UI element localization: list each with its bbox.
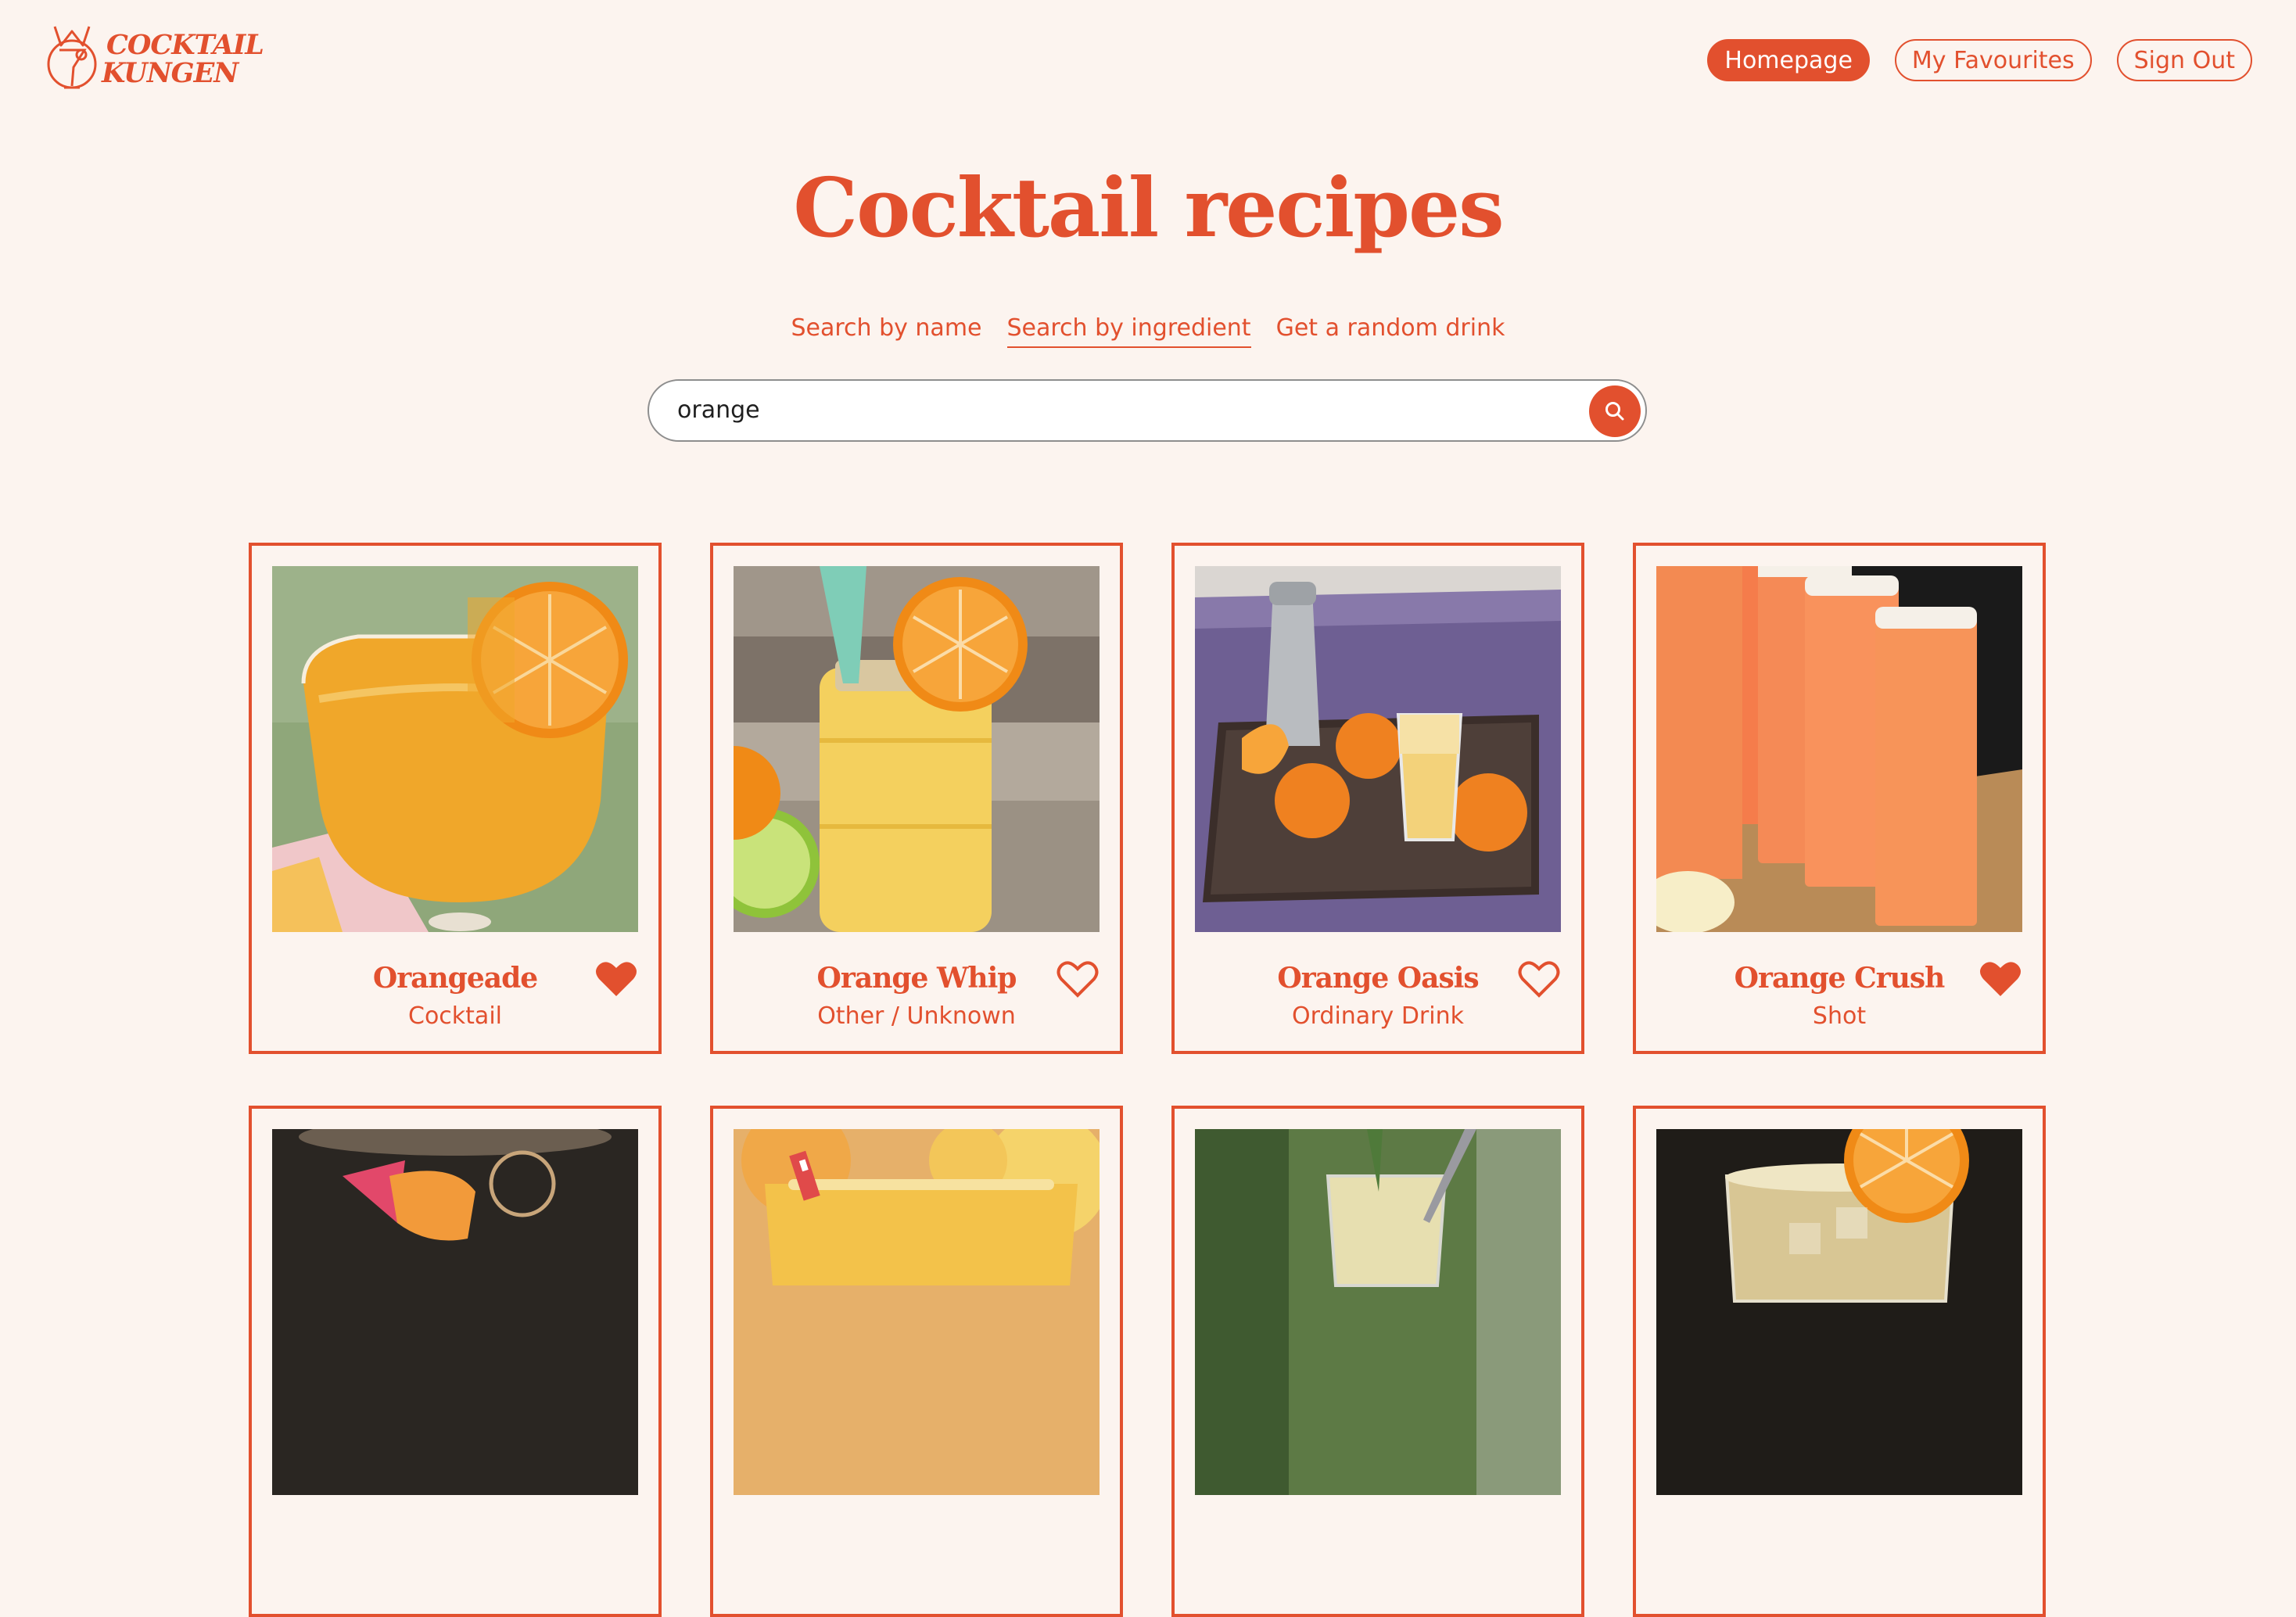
brand-line-1: COCKTAIL (106, 29, 264, 61)
heart-outline-icon[interactable] (1517, 959, 1561, 999)
drink-card[interactable] (1633, 1106, 2046, 1617)
drink-card[interactable]: Orangeade Cocktail (249, 543, 662, 1054)
drink-image[interactable] (272, 1129, 638, 1495)
brand-line-2: KUNGEN (102, 57, 239, 89)
heart-outline-icon[interactable] (1056, 959, 1100, 999)
page-title: Cocktail recipes (793, 160, 1504, 256)
nav-favourites-button[interactable]: My Favourites (1894, 39, 2092, 81)
drink-image[interactable] (1195, 1129, 1561, 1495)
tab-random-drink[interactable]: Get a random drink (1276, 314, 1505, 348)
search-input[interactable]: orange (677, 381, 760, 440)
drink-image[interactable] (1195, 566, 1561, 932)
heart-filled-icon[interactable] (594, 959, 638, 999)
search-mode-tabs: Search by name Search by ingredient Get … (0, 314, 2296, 348)
tab-search-by-name[interactable]: Search by name (791, 314, 981, 348)
drink-card[interactable]: Orange Oasis Ordinary Drink (1171, 543, 1584, 1054)
nav-homepage-button[interactable]: Homepage (1707, 39, 1870, 81)
brand-logo[interactable]: COCKTAIL KUNGEN (42, 17, 264, 102)
drink-image[interactable] (272, 566, 638, 932)
tab-search-by-ingredient[interactable]: Search by ingredient (1006, 314, 1251, 348)
drink-category: Other / Unknown (817, 1002, 1016, 1030)
results-grid: Orangeade Cocktail Orange Whip Other / U… (249, 543, 2046, 1617)
drink-category: Shot (1812, 1002, 1867, 1030)
brand-wordmark: COCKTAIL KUNGEN (102, 29, 264, 88)
drink-image[interactable] (734, 1129, 1100, 1495)
drink-image[interactable] (1656, 1129, 2022, 1495)
drink-card[interactable] (1171, 1106, 1584, 1617)
drink-card[interactable]: Orange Crush Shot (1633, 543, 2046, 1054)
drink-card[interactable] (710, 1106, 1123, 1617)
drink-image[interactable] (734, 566, 1100, 932)
drink-card[interactable]: Orange Whip Other / Unknown (710, 543, 1123, 1054)
drink-category: Cocktail (408, 1002, 502, 1030)
nav-signout-button[interactable]: Sign Out (2116, 39, 2252, 81)
drink-image[interactable] (1656, 566, 2022, 932)
search-bar: orange (648, 379, 1647, 442)
drink-card[interactable] (249, 1106, 662, 1617)
heart-filled-icon[interactable] (1979, 959, 2022, 999)
search-icon (1605, 402, 1624, 421)
cocktail-crown-icon (47, 26, 97, 89)
search-button[interactable] (1589, 385, 1641, 437)
drink-category: Ordinary Drink (1292, 1002, 1464, 1030)
top-nav: Homepage My Favourites Sign Out (1707, 39, 2252, 81)
